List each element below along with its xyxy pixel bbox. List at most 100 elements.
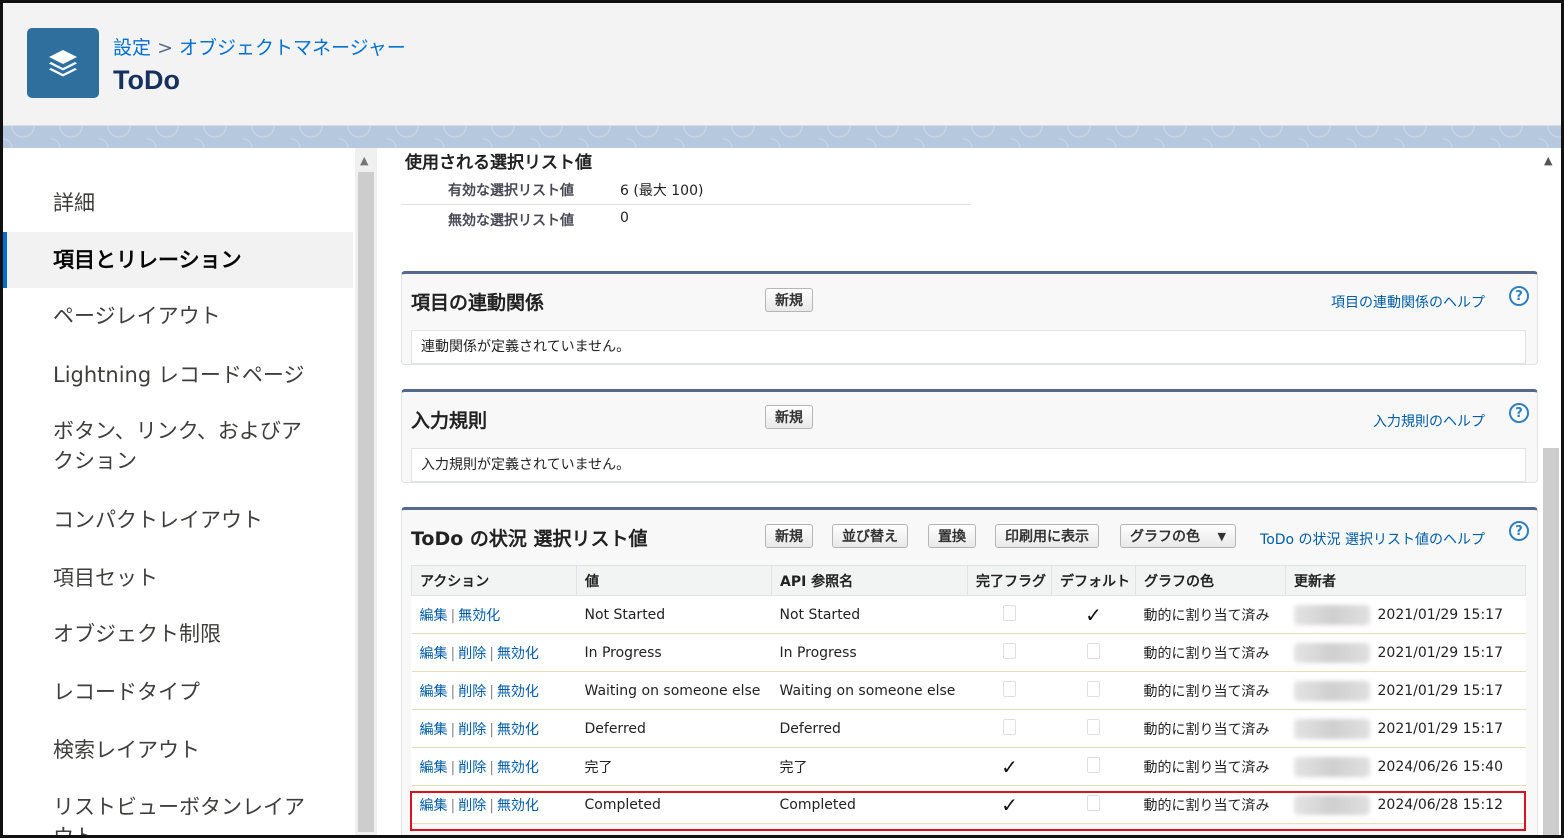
checkmark-icon: ✓	[1085, 602, 1102, 627]
sidebar-item[interactable]: リストビューボタンレイア ウト	[3, 792, 353, 835]
row-actions: 編集 | 削除 | 無効化	[411, 785, 577, 824]
sidebar-item[interactable]: 検索レイアウト	[3, 735, 353, 765]
deactivate-link[interactable]: 無効化	[497, 684, 539, 700]
modified-date: 2021/01/29 15:17	[1377, 720, 1504, 737]
default-cell: ✓	[1051, 595, 1136, 634]
checkmark-icon: ✓	[1001, 754, 1018, 779]
unchecked-box-icon	[1087, 756, 1100, 773]
unchecked-box-icon	[1003, 680, 1016, 697]
picklist-values-table: アクション 値 API 参照名 完了フラグ デフォルト グラフの色 更新者 編集…	[411, 565, 1526, 824]
chart-color-dropdown[interactable]: グラフの色 ▼	[1120, 524, 1236, 548]
delete-link[interactable]: 削除	[458, 798, 486, 814]
value-cell: Waiting on someone else	[576, 671, 772, 710]
table-row: 編集 | 削除 | 無効化 Waiting on someone else Waiting …	[411, 671, 1526, 710]
modified-by-cell: 2021/01/29 15:17	[1285, 671, 1526, 710]
chart-color-cell: 動的に割り当て済み	[1135, 671, 1286, 710]
row-actions: 編集 | 削除 | 無効化	[411, 747, 577, 786]
delete-link[interactable]: 削除	[458, 646, 486, 662]
sidebar-item[interactable]: ページレイアウト	[3, 301, 353, 331]
column-header-api-name: API 参照名	[771, 565, 968, 596]
picklist-values-panel: ToDo の状況 選択リスト値 新規 並び替え 置換 印刷用に表示 グラフの色 …	[401, 507, 1538, 835]
sidebar-item[interactable]: Lightning レコードページ	[3, 360, 353, 390]
modified-by-cell: 2024/06/26 15:40	[1285, 747, 1526, 786]
unchecked-box-icon	[1087, 680, 1100, 697]
chart-color-cell: 動的に割り当て済み	[1135, 785, 1286, 824]
edit-link[interactable]: 編集	[420, 798, 448, 814]
scroll-up-arrow-icon[interactable]: ▲	[1544, 154, 1552, 167]
deactivate-link[interactable]: 無効化	[497, 722, 539, 738]
column-header-action: アクション	[411, 565, 577, 596]
checkmark-icon: ✓	[1001, 792, 1018, 817]
deactivate-link[interactable]: 無効化	[497, 760, 539, 776]
chart-color-cell: 動的に割り当て済み	[1135, 633, 1286, 672]
dependencies-help-link[interactable]: 項目の連動関係のヘルプ	[1331, 292, 1485, 312]
column-header-value: 値	[576, 565, 772, 596]
picklist-help-link[interactable]: ToDo の状況 選択リスト値のヘルプ	[1260, 529, 1485, 549]
help-icon[interactable]: ?	[1509, 286, 1529, 306]
chart-color-cell: 動的に割り当て済み	[1135, 747, 1286, 786]
deactivate-link[interactable]: 無効化	[497, 646, 539, 662]
row-actions: 編集 | 削除 | 無効化	[411, 709, 577, 748]
value-cell: In Progress	[576, 633, 772, 672]
sidebar-scrollbar[interactable]: ▲	[355, 148, 377, 835]
blurred-user-name	[1293, 680, 1370, 701]
table-row: 編集 | 無効化 Not Started Not Started ✓ 動的に割り当て済み 20…	[411, 595, 1526, 634]
sidebar-scroll-thumb[interactable]	[358, 172, 374, 832]
sidebar-item[interactable]: オブジェクト制限	[3, 619, 353, 649]
table-header-row: アクション 値 API 参照名 完了フラグ デフォルト グラフの色 更新者	[411, 565, 1526, 596]
column-header-closed: 完了フラグ	[967, 565, 1052, 596]
blurred-user-name	[1293, 756, 1370, 777]
default-cell	[1051, 709, 1136, 748]
usage-section-title: 使用される選択リスト値	[405, 153, 592, 173]
modified-by-cell: 2021/01/29 15:17	[1285, 709, 1526, 748]
blurred-user-name	[1293, 718, 1370, 739]
main-scroll-thumb[interactable]	[1543, 448, 1559, 835]
layers-icon	[27, 28, 99, 98]
sidebar-item[interactable]: 項目とリレーション	[3, 232, 353, 288]
edit-link[interactable]: 編集	[420, 646, 448, 662]
api-name-cell: Deferred	[771, 709, 968, 748]
main-scrollbar[interactable]: ▲	[1540, 148, 1561, 835]
decorative-band	[3, 126, 1561, 148]
breadcrumb-object-manager-link[interactable]: オブジェクトマネージャー	[179, 37, 406, 59]
replace-button[interactable]: 置換	[928, 524, 976, 548]
deactivate-link[interactable]: 無効化	[458, 608, 500, 624]
edit-link[interactable]: 編集	[420, 722, 448, 738]
help-icon[interactable]: ?	[1509, 403, 1529, 423]
new-dependency-button[interactable]: 新規	[765, 288, 813, 312]
sidebar-item[interactable]: 項目セット	[3, 563, 353, 593]
table-row: 編集 | 削除 | 無効化 Deferred Deferred 動的に割り当て済み 2021/0…	[411, 709, 1526, 748]
sidebar-item[interactable]: 詳細	[3, 188, 353, 218]
closed-cell	[967, 709, 1052, 748]
scroll-up-arrow-icon[interactable]: ▲	[360, 154, 368, 167]
value-cell: Deferred	[576, 709, 772, 748]
new-value-button[interactable]: 新規	[765, 524, 813, 548]
sidebar-item[interactable]: レコードタイプ	[3, 677, 353, 707]
edit-link[interactable]: 編集	[420, 760, 448, 776]
help-icon[interactable]: ?	[1509, 521, 1529, 541]
row-actions: 編集 | 無効化	[411, 595, 577, 634]
delete-link[interactable]: 削除	[458, 684, 486, 700]
sidebar-item[interactable]: ボタン、リンク、およびア クション	[3, 416, 353, 476]
new-validation-rule-button[interactable]: 新規	[765, 405, 813, 429]
sidebar: 詳細項目とリレーションページレイアウト Lightning レコードページボタン、…	[3, 148, 353, 835]
api-name-cell: 完了	[771, 747, 968, 786]
edit-link[interactable]: 編集	[420, 608, 448, 624]
sidebar-item[interactable]: コンパクトレイアウト	[3, 505, 353, 535]
modified-by-cell: 2021/01/29 15:17	[1285, 595, 1526, 634]
modified-date: 2024/06/28 15:12	[1377, 796, 1504, 813]
chart-color-cell: 動的に割り当て済み	[1135, 595, 1286, 634]
deactivate-link[interactable]: 無効化	[497, 798, 539, 814]
delete-link[interactable]: 削除	[458, 722, 486, 738]
unchecked-box-icon	[1003, 604, 1016, 621]
printable-view-button[interactable]: 印刷用に表示	[995, 524, 1099, 548]
reorder-button[interactable]: 並び替え	[832, 524, 908, 548]
edit-link[interactable]: 編集	[420, 684, 448, 700]
closed-cell	[967, 595, 1052, 634]
validation-help-link[interactable]: 入力規則のヘルプ	[1373, 411, 1485, 431]
chart-color-label: グラフの色	[1130, 529, 1200, 545]
blurred-user-name	[1293, 642, 1370, 663]
breadcrumb-setup-link[interactable]: 設定	[113, 37, 151, 59]
inactive-values-label: 無効な選択リスト値	[448, 213, 574, 229]
delete-link[interactable]: 削除	[458, 760, 486, 776]
